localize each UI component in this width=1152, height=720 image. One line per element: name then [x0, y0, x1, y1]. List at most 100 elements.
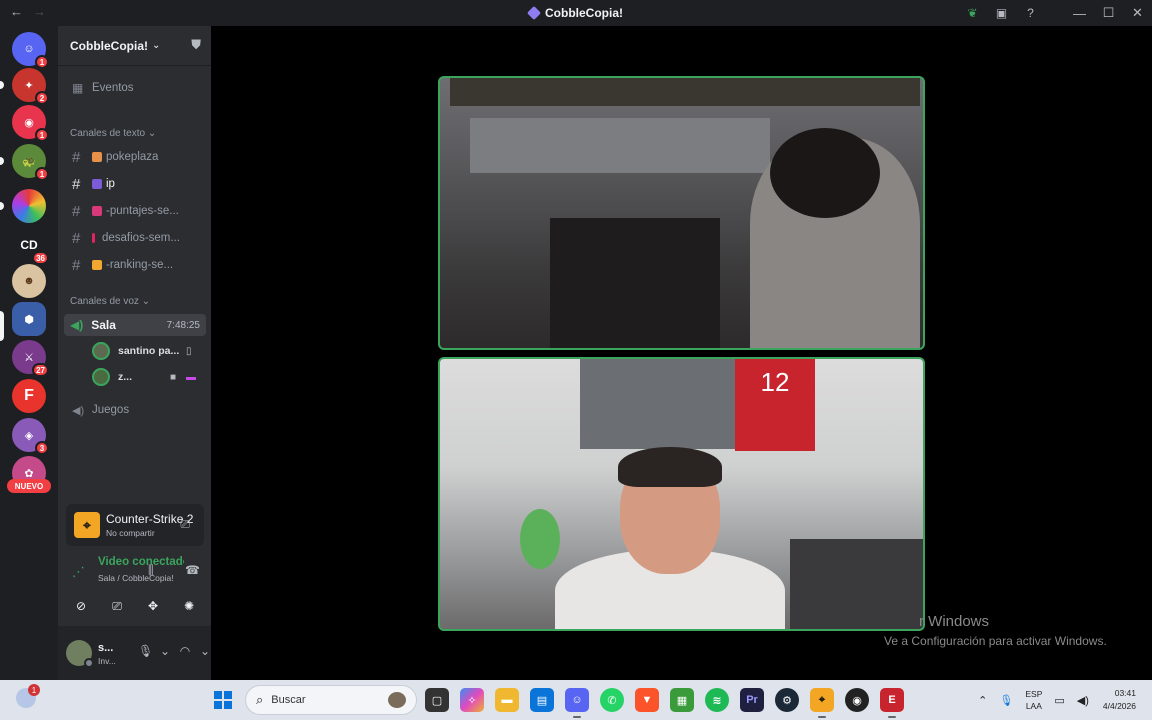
- soundboard-icon[interactable]: ✺: [174, 594, 204, 618]
- voice-connection-panel: ⋰ Video conectado Sala / CobbleCopia! ⫼ …: [72, 556, 200, 583]
- guild-header[interactable]: CobbleCopia! ⌄ ⛊: [58, 26, 211, 66]
- network-icon[interactable]: ▭: [1054, 694, 1064, 707]
- chevron-down-icon[interactable]: ⌄: [198, 644, 212, 658]
- channel-puntajes[interactable]: # -puntajes-se...: [66, 199, 206, 223]
- server-icon-rainbow[interactable]: [12, 189, 46, 223]
- screen-share-icon: ▯: [186, 345, 192, 357]
- share-screen-icon[interactable]: ⎚: [102, 594, 132, 618]
- whatsapp-icon[interactable]: ✆: [600, 688, 624, 712]
- calendar-icon: ▦: [72, 81, 84, 95]
- microphone-icon[interactable]: 🎙: [138, 644, 153, 658]
- steam-icon[interactable]: ⚙: [775, 688, 799, 712]
- server-icon-1[interactable]: ✦ 2: [12, 68, 49, 105]
- hash-icon: #: [72, 229, 81, 247]
- voice-user[interactable]: santino pa... ▯: [92, 340, 202, 362]
- maximize-button[interactable]: ☐: [1094, 0, 1123, 26]
- invite-member-icon[interactable]: ⛊: [191, 37, 201, 53]
- voice-channel-juegos[interactable]: ◀) Juegos: [66, 398, 206, 422]
- channel-ip[interactable]: # ip: [66, 172, 206, 196]
- chevron-down-icon[interactable]: ⌄: [158, 644, 172, 658]
- server-icon-community[interactable]: ◈ 3: [12, 418, 49, 455]
- noise-suppression-icon[interactable]: ⫼: [148, 563, 154, 578]
- title-bar: ← → CobbleCopia! ❦ ▣ ? — ☐ ✕: [0, 0, 1152, 26]
- brave-icon[interactable]: ▼: [635, 688, 659, 712]
- activities-icon[interactable]: ✥: [138, 594, 168, 618]
- signal-icon[interactable]: ⋰: [72, 564, 85, 580]
- copilot-icon[interactable]: ✧: [460, 688, 484, 712]
- volume-icon[interactable]: ◀): [1077, 694, 1089, 707]
- new-badge: NUEVO: [7, 479, 51, 493]
- voice-channel-sala[interactable]: ◀) Sala 7:48:25: [64, 314, 206, 336]
- shelf: [450, 78, 920, 106]
- channel-emoji-icon: [92, 179, 102, 189]
- voice-category-header[interactable]: Canales de voz ⌄: [70, 296, 150, 307]
- fan: [520, 509, 560, 569]
- video-tile-2[interactable]: 12: [438, 357, 925, 631]
- discord-icon[interactable]: ☺: [565, 688, 589, 718]
- epic-games-icon[interactable]: E: [880, 688, 904, 718]
- mantel: [470, 118, 770, 173]
- window-blinds: [580, 359, 740, 449]
- events-channel[interactable]: ▦ Eventos: [66, 76, 206, 100]
- system-tray: ⌃ 🎙 ESP LAA ▭ ◀) 03:41 4/4/2026: [972, 680, 1152, 720]
- video-tile-1[interactable]: [438, 76, 925, 350]
- search-icon: ⌕: [256, 692, 264, 707]
- weather-widget-icon[interactable]: 1: [16, 684, 40, 708]
- server-icon-turtle[interactable]: 🐢 1: [12, 144, 49, 181]
- taskbar-apps: ▢ ✧ ▬ ▤ ☺ ✆ ▼ ▦ ≋ Pr ⚙ ⌖ ◉ E: [425, 688, 904, 718]
- windows-taskbar: 1 ⌕ Buscar ▢ ✧ ▬ ▤ ☺ ✆ ▼ ▦ ≋ Pr ⚙ ⌖ ◉ E …: [0, 680, 1152, 720]
- hash-icon: #: [72, 256, 81, 274]
- voice-user[interactable]: z... ■ ▬: [92, 366, 202, 388]
- camera-icon: ■: [170, 371, 177, 383]
- game-controller-icon: ▬: [186, 371, 196, 383]
- premiere-icon[interactable]: Pr: [740, 688, 764, 712]
- counter-strike-icon: ⌖: [74, 512, 100, 538]
- task-view-icon[interactable]: ▢: [425, 688, 449, 712]
- chevron-down-icon: ⌄: [147, 128, 157, 139]
- disconnect-icon[interactable]: ☎: [185, 563, 200, 577]
- headphones-icon[interactable]: ◠: [178, 644, 192, 658]
- taskbar-search[interactable]: ⌕ Buscar: [245, 685, 417, 715]
- minecraft-icon[interactable]: ▦: [670, 688, 694, 712]
- text-category-header[interactable]: Canales de texto ⌄: [70, 128, 156, 139]
- camera-off-icon[interactable]: ⊘: [66, 594, 96, 618]
- stream-game-icon[interactable]: ⎚: [180, 517, 190, 532]
- unread-pill: [0, 157, 4, 165]
- server-icon-cobblecopia[interactable]: ⬢: [12, 302, 46, 336]
- close-button[interactable]: ✕: [1123, 0, 1152, 26]
- channel-desafios[interactable]: # desafios-sem...: [66, 226, 206, 250]
- status-indicator: [84, 658, 94, 668]
- channel-emoji-icon: [92, 152, 102, 162]
- server-icon-avatar[interactable]: ☻: [12, 264, 46, 298]
- obs-icon[interactable]: ◉: [845, 688, 869, 712]
- counter-strike-icon[interactable]: ⌖: [810, 688, 834, 718]
- avatar: [92, 368, 110, 386]
- discord-home-icon[interactable]: ☺ 1: [12, 32, 49, 69]
- server-icon-game[interactable]: ⚔ 27: [12, 340, 49, 377]
- file-explorer-icon[interactable]: ▬: [495, 688, 519, 712]
- windows-start-icon[interactable]: [214, 691, 232, 709]
- help-icon[interactable]: ?: [1016, 0, 1045, 26]
- leaf-icon[interactable]: ❦: [958, 0, 987, 26]
- spotify-icon[interactable]: ≋: [705, 688, 729, 712]
- server-icon-2[interactable]: ◉ 1: [12, 105, 49, 142]
- hash-icon: #: [72, 148, 81, 166]
- server-icon-faze[interactable]: F: [12, 379, 46, 413]
- server-icon-cd[interactable]: CD 36: [12, 228, 49, 265]
- channel-sidebar: CobbleCopia! ⌄ ⛊ ▦ Eventos Canales de te…: [58, 26, 234, 680]
- chevron-down-icon: ⌄: [152, 40, 161, 51]
- microphone-icon[interactable]: 🎙: [999, 694, 1013, 707]
- game-activity-panel: ⌖ Counter-Strike 2 No compartir ⎚: [66, 504, 204, 546]
- channel-pokeplaza[interactable]: # pokeplaza: [66, 145, 206, 169]
- chevron-up-icon[interactable]: ⌃: [978, 694, 987, 707]
- selected-pill: [0, 311, 4, 341]
- person-hair: [770, 128, 880, 218]
- clock[interactable]: 03:41 4/4/2026: [1103, 687, 1136, 713]
- store-icon[interactable]: ▤: [530, 688, 554, 712]
- language-indicator[interactable]: ESP LAA: [1025, 688, 1042, 712]
- inbox-icon[interactable]: ▣: [987, 0, 1016, 26]
- channel-ranking[interactable]: # -ranking-se...: [66, 253, 206, 277]
- unread-pill: [0, 202, 4, 210]
- minimize-button[interactable]: —: [1065, 0, 1094, 26]
- hash-icon: #: [72, 175, 81, 193]
